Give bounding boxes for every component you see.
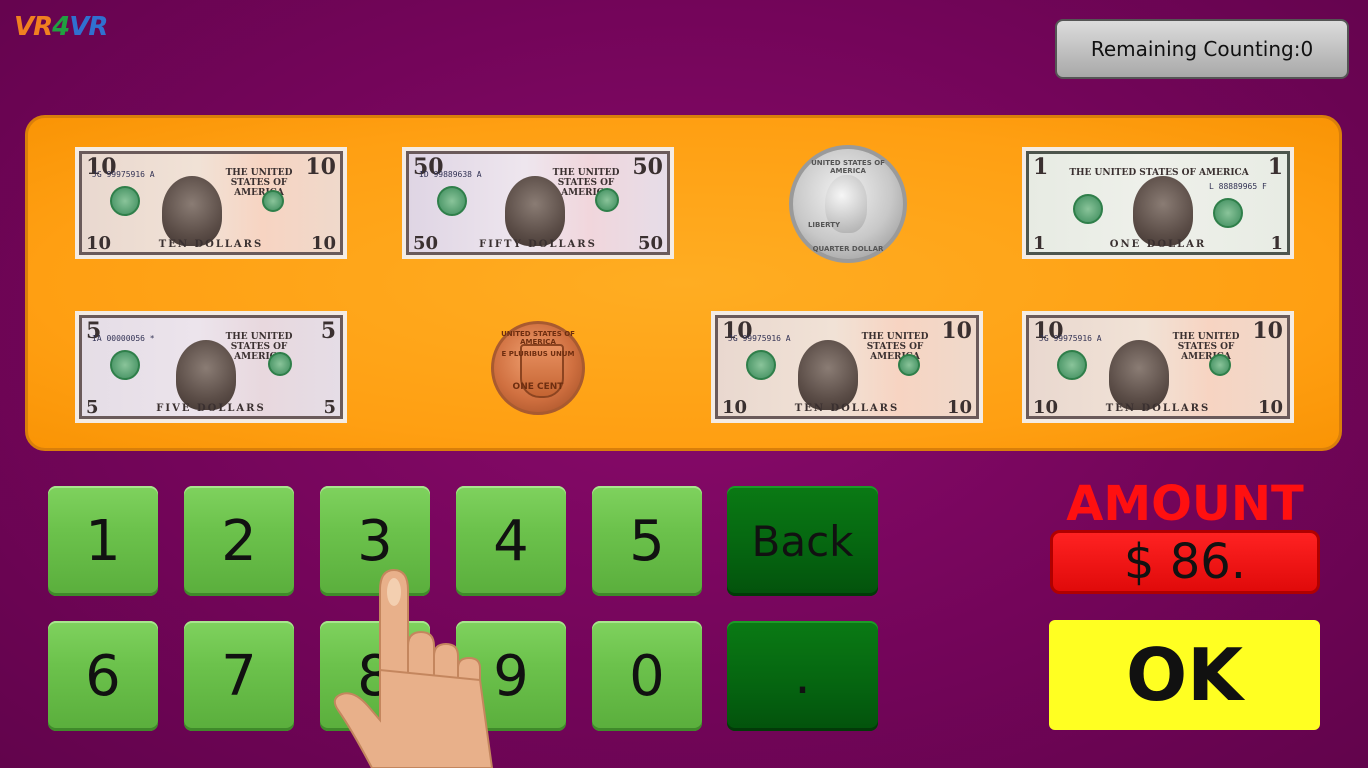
bill-title: THE UNITED STATES OF AMERICA	[1172, 332, 1240, 362]
bill-title: THE UNITED STATES OF AMERICA	[552, 168, 620, 198]
quarter-coin[interactable]: UNITED STATES OF AMERICA LIBERTY QUARTER…	[789, 145, 907, 263]
back-button[interactable]: Back	[727, 486, 878, 596]
treasury-seal-icon	[437, 186, 467, 216]
federal-seal-icon	[1209, 354, 1231, 376]
federal-seal-icon	[262, 190, 284, 212]
bill-five-dollar[interactable]: 5 5 5 5 IA 00000056 * THE UNITED STATES …	[75, 311, 347, 423]
quarter-top-text: UNITED STATES OF AMERICA	[811, 159, 885, 175]
bill-serial: IA 00000056 *	[92, 334, 155, 343]
federal-reserve-seal-icon	[1073, 194, 1103, 224]
treasury-seal-icon	[1057, 350, 1087, 380]
bill-denomination: 1	[1270, 233, 1283, 254]
bill-serial: L 88889965 F	[1209, 182, 1267, 191]
bill-title: THE UNITED STATES OF AMERICA	[225, 332, 293, 362]
bill-denomination: 10	[722, 397, 748, 418]
key-7-button[interactable]: 7	[184, 621, 294, 731]
ok-button[interactable]: OK	[1049, 620, 1320, 730]
logo-part-3: VR	[69, 12, 108, 42]
key-1-button[interactable]: 1	[48, 486, 158, 596]
bill-denomination: 10	[1252, 318, 1283, 344]
bill-word: TEN DOLLARS	[794, 403, 900, 414]
bill-denomination: 10	[946, 397, 972, 418]
bill-one-dollar[interactable]: 1 1 1 1 THE UNITED STATES OF AMERICA L 8…	[1022, 147, 1294, 259]
bill-denomination: 50	[637, 233, 663, 254]
bill-title: THE UNITED STATES OF AMERICA	[861, 332, 929, 362]
bill-ten-dollar-1[interactable]: 10 10 10 10 JG 99975916 A THE UNITED STA…	[75, 147, 347, 259]
bill-denomination: 1	[1267, 154, 1283, 180]
logo-part-2: 4	[52, 12, 70, 42]
federal-seal-icon	[268, 352, 292, 376]
bill-word: ONE DOLLAR	[1109, 239, 1207, 250]
penny-coin[interactable]: UNITED STATES OF AMERICA E PLURIBUS UNUM…	[491, 321, 585, 415]
key-2-button[interactable]: 2	[184, 486, 294, 596]
bill-serial: JG 99975916 A	[728, 334, 791, 343]
amount-label: AMOUNT	[1066, 476, 1304, 532]
bill-denomination: 1	[1033, 233, 1046, 254]
key-6-button[interactable]: 6	[48, 621, 158, 731]
bill-denomination: 10	[941, 318, 972, 344]
treasury-seal-icon	[746, 350, 776, 380]
bill-denomination: 10	[1033, 397, 1059, 418]
federal-seal-icon	[595, 188, 619, 212]
vr4vr-logo: VR4VR	[14, 12, 108, 42]
bill-denomination: 5	[323, 397, 336, 418]
penny-motto-text: E PLURIBUS UNUM	[501, 350, 575, 358]
bill-word: FIFTY DOLLARS	[479, 239, 597, 250]
bill-denomination: 50	[413, 233, 439, 254]
bill-serial: ID 99889638 A	[419, 170, 482, 179]
amount-display: $ 86.	[1050, 530, 1320, 594]
bill-denomination: 10	[310, 233, 336, 254]
washington-portrait	[1133, 176, 1193, 246]
bill-serial: JG 99975916 A	[92, 170, 155, 179]
bill-denomination: 50	[632, 154, 663, 180]
key-5-button[interactable]: 5	[592, 486, 702, 596]
decimal-point-button[interactable]: .	[727, 621, 878, 731]
bill-denomination: 1	[1033, 154, 1049, 180]
penny-bottom-text: ONE CENT	[512, 382, 564, 392]
bill-word: TEN DOLLARS	[158, 239, 264, 250]
bill-ten-dollar-3[interactable]: 10 10 10 10 JG 99975916 A THE UNITED STA…	[1022, 311, 1294, 423]
federal-seal-icon	[898, 354, 920, 376]
bill-denomination: 10	[305, 154, 336, 180]
remaining-counting-badge: Remaining Counting:0	[1055, 19, 1349, 79]
bill-serial: JG 99975916 A	[1039, 334, 1102, 343]
treasury-seal-icon	[1213, 198, 1243, 228]
bill-denomination: 10	[86, 233, 112, 254]
bill-word: FIVE DOLLARS	[156, 403, 266, 414]
amount-value: $ 86.	[1123, 534, 1247, 590]
ok-label: OK	[1126, 633, 1243, 717]
bill-fifty-dollar[interactable]: 50 50 50 50 ID 99889638 A THE UNITED STA…	[402, 147, 674, 259]
quarter-bottom-text: QUARTER DOLLAR	[812, 245, 884, 253]
quarter-liberty-text: LIBERTY	[807, 221, 841, 229]
pointing-hand-icon	[333, 568, 494, 768]
money-tray: 10 10 10 10 JG 99975916 A THE UNITED STA…	[25, 115, 1342, 451]
bill-ten-dollar-2[interactable]: 10 10 10 10 JG 99975916 A THE UNITED STA…	[711, 311, 983, 423]
bill-denomination: 10	[1257, 397, 1283, 418]
logo-part-1: VR	[14, 12, 53, 42]
bill-denomination: 5	[320, 318, 336, 344]
key-0-button[interactable]: 0	[592, 621, 702, 731]
bill-title: THE UNITED STATES OF AMERICA	[225, 168, 293, 198]
bill-denomination: 5	[86, 397, 99, 418]
bill-word: TEN DOLLARS	[1105, 403, 1211, 414]
treasury-seal-icon	[110, 186, 140, 216]
treasury-seal-icon	[110, 350, 140, 380]
remaining-counting-label: Remaining Counting:0	[1090, 37, 1314, 61]
